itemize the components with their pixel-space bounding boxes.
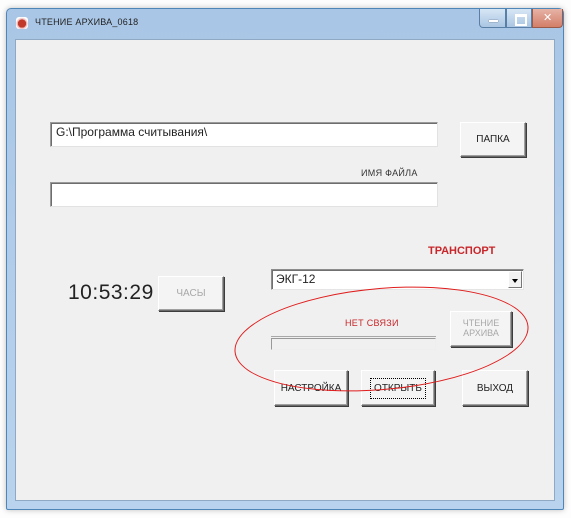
open-button[interactable]: ОТКРЫТЬ <box>361 370 435 406</box>
filename-label: ИМЯ ФАЙЛА <box>361 168 418 178</box>
settings-button-label: НАСТРОЙКА <box>280 382 342 394</box>
title-bar[interactable]: ЧТЕНИЕ АРХИВА_0618 <box>7 9 563 39</box>
clock-button-label: ЧАСЫ <box>176 288 206 299</box>
dialog-client-area: G:\Программа считывания\ ПАПКА ИМЯ ФАЙЛА… <box>15 39 555 501</box>
clock-button[interactable]: ЧАСЫ <box>158 276 224 311</box>
maximize-button[interactable] <box>506 9 532 28</box>
read-archive-button[interactable]: ЧТЕНИЕ АРХИВА <box>450 311 512 347</box>
exit-button[interactable]: ВЫХОД <box>462 370 528 406</box>
read-archive-button-label: ЧТЕНИЕ АРХИВА <box>462 318 500 338</box>
close-button[interactable] <box>532 9 563 28</box>
progress-bar <box>271 338 436 350</box>
transport-select-value: ЭКГ-12 <box>276 272 316 286</box>
exit-button-label: ВЫХОД <box>476 382 514 394</box>
app-window: ЧТЕНИЕ АРХИВА_0618 G:\Программа считыван… <box>6 8 564 510</box>
transport-label: ТРАНСПОРТ <box>428 245 496 257</box>
chevron-down-icon[interactable] <box>508 271 522 288</box>
settings-button[interactable]: НАСТРОЙКА <box>274 370 348 406</box>
open-button-label: ОТКРЫТЬ <box>370 377 426 399</box>
clock-display: 10:53:29 <box>68 281 154 304</box>
minimize-button[interactable] <box>479 9 506 28</box>
window-title: ЧТЕНИЕ АРХИВА_0618 <box>35 17 139 27</box>
status-divider <box>271 336 436 337</box>
folder-button[interactable]: ПАПКА <box>460 122 526 157</box>
app-icon <box>16 17 28 29</box>
connection-status: НЕТ СВЯЗИ <box>345 318 399 328</box>
filename-input[interactable] <box>50 182 438 207</box>
folder-button-label: ПАПКА <box>476 134 510 145</box>
path-input[interactable]: G:\Программа считывания\ <box>50 122 438 147</box>
transport-select[interactable]: ЭКГ-12 <box>271 269 524 290</box>
